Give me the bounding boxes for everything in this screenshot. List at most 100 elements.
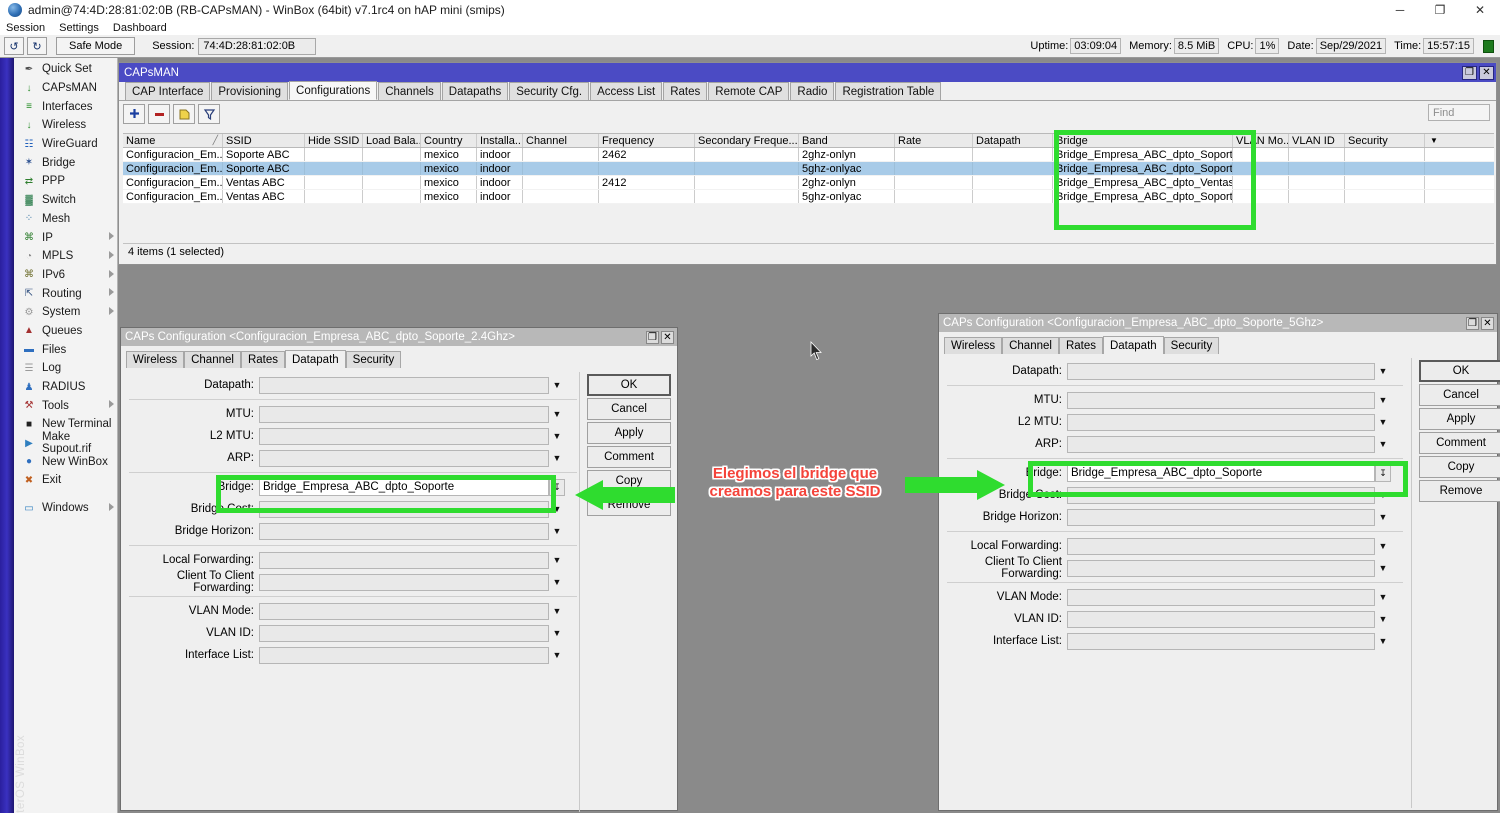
dropdown-selector-icon[interactable]: ↧ [549,479,565,496]
table-column-header[interactable]: Security [1345,134,1425,147]
sidebar-item-mesh[interactable]: ⁘Mesh [14,210,118,229]
field-input-arp[interactable] [1067,436,1375,453]
minimize-button[interactable]: ─ [1380,0,1420,20]
tab-channels[interactable]: Channels [378,82,441,100]
apply-button[interactable]: Apply [587,422,671,444]
column-chooser-icon[interactable]: ▼ [1425,136,1443,145]
window-controls[interactable]: ─ ❐ ✕ [1380,0,1500,20]
field-input-bridge-cost[interactable] [259,501,549,518]
sidebar-item-queues[interactable]: ▲Queues [14,322,118,341]
sidebar-item-ipv6[interactable]: ⌘IPv6 [14,266,118,285]
chevron-down-icon[interactable]: ▼ [1375,487,1391,504]
capsman-restore-button[interactable]: ❐ [1462,66,1477,80]
field-input-bridge-horizon[interactable] [259,523,549,540]
field-input-bridge-cost[interactable] [1067,487,1375,504]
dialog-left-window-controls[interactable]: ❐ ✕ [644,331,677,344]
chevron-down-icon[interactable]: ▼ [549,377,565,394]
table-column-header[interactable]: VLAN Mo... [1233,134,1289,147]
tab-rates[interactable]: Rates [1059,337,1103,354]
sidebar-item-windows[interactable]: ▭Windows [14,499,118,518]
table-column-header[interactable]: Installa... [477,134,523,147]
sidebar-item-make-supout-rif[interactable]: ▶Make Supout.rif [14,434,118,453]
tab-datapath[interactable]: Datapath [285,350,346,368]
chevron-down-icon[interactable]: ▼ [1375,392,1391,409]
copy-button[interactable]: Copy [1419,456,1500,478]
table-column-header[interactable]: VLAN ID [1289,134,1345,147]
tab-radio[interactable]: Radio [790,82,834,100]
sidebar-item-quick-set[interactable]: ✒Quick Set [14,60,118,79]
tab-channel[interactable]: Channel [1002,337,1059,354]
field-input-l2-mtu[interactable] [1067,414,1375,431]
chevron-down-icon[interactable]: ▼ [1375,509,1391,526]
close-button[interactable]: ✕ [1460,0,1500,20]
cancel-button[interactable]: Cancel [1419,384,1500,406]
chevron-down-icon[interactable]: ▼ [549,625,565,642]
chevron-down-icon[interactable]: ▼ [549,501,565,518]
table-column-header[interactable]: Hide SSID [305,134,363,147]
table-column-header[interactable]: SSID [223,134,305,147]
dialog-left-close-button[interactable]: ✕ [661,331,674,344]
sidebar-item-ppp[interactable]: ⇄PPP [14,172,118,191]
sidebar-item-system[interactable]: ⚙System [14,303,118,322]
table-column-header[interactable]: Channel [523,134,599,147]
session-value[interactable]: 74:4D:28:81:02:0B [198,38,316,55]
add-icon[interactable] [123,104,145,124]
tab-datapath[interactable]: Datapath [1103,336,1164,354]
tab-rates[interactable]: Rates [663,82,707,100]
sidebar-item-log[interactable]: ☰Log [14,359,118,378]
field-input-vlan-mode[interactable] [259,603,549,620]
ok-button[interactable]: OK [1419,360,1500,382]
tab-provisioning[interactable]: Provisioning [211,82,288,100]
field-input-interface-list[interactable] [259,647,549,664]
sidebar-item-new-winbox[interactable]: ●New WinBox [14,452,118,471]
table-column-header[interactable]: Rate [895,134,973,147]
tab-cap-interface[interactable]: CAP Interface [125,82,210,100]
tab-wireless[interactable]: Wireless [944,337,1002,354]
field-input-interface-list[interactable] [1067,633,1375,650]
dialog-left-restore-button[interactable]: ❐ [646,331,659,344]
field-input-l2-mtu[interactable] [259,428,549,445]
menu-item-session[interactable]: Session [6,22,45,34]
dialog-right-window-controls[interactable]: ❐ ✕ [1464,317,1497,330]
chevron-down-icon[interactable]: ▼ [549,603,565,620]
dropdown-selector-icon[interactable]: ↧ [1375,465,1391,482]
remove-button[interactable]: Remove [1419,480,1500,502]
chevron-down-icon[interactable]: ▼ [549,552,565,569]
find-input[interactable]: Find [1428,104,1490,121]
menu-item-settings[interactable]: Settings [59,22,99,34]
field-input-mtu[interactable] [259,406,549,423]
ok-button[interactable]: OK [587,374,671,396]
sidebar-item-capsman[interactable]: ↓CAPsMAN [14,79,118,98]
table-column-header[interactable]: Country [421,134,477,147]
chevron-down-icon[interactable]: ▼ [1375,414,1391,431]
field-input-bridge-horizon[interactable] [1067,509,1375,526]
comment-button[interactable]: Comment [1419,432,1500,454]
field-input-local-forwarding[interactable] [1067,538,1375,555]
field-input-vlan-id[interactable] [1067,611,1375,628]
field-input-client-to-client-forwarding[interactable] [259,574,549,591]
sidebar-item-interfaces[interactable]: ≡Interfaces [14,97,118,116]
safe-mode-button[interactable]: Safe Mode [56,37,135,55]
sidebar-item-bridge[interactable]: ✶Bridge [14,153,118,172]
sidebar-item-ip[interactable]: ⌘IP [14,228,118,247]
field-input-bridge[interactable]: Bridge_Empresa_ABC_dpto_Soporte [259,479,549,496]
tab-registration-table[interactable]: Registration Table [835,82,941,100]
chevron-down-icon[interactable]: ▼ [549,523,565,540]
sidebar-item-radius[interactable]: ♟RADIUS [14,378,118,397]
chevron-down-icon[interactable]: ▼ [1375,611,1391,628]
table-row[interactable]: Configuracion_Em...Soporte ABCmexicoindo… [123,148,1494,162]
chevron-down-icon[interactable]: ▼ [549,450,565,467]
maximize-button[interactable]: ❐ [1420,0,1460,20]
table-column-header[interactable]: Bridge [1053,134,1233,147]
field-input-arp[interactable] [259,450,549,467]
table-column-header[interactable]: Frequency [599,134,695,147]
tab-wireless[interactable]: Wireless [126,351,184,368]
field-input-vlan-mode[interactable] [1067,589,1375,606]
chevron-down-icon[interactable]: ▼ [1375,633,1391,650]
chevron-down-icon[interactable]: ▼ [1375,560,1391,577]
field-input-bridge[interactable]: Bridge_Empresa_ABC_dpto_Soporte [1067,465,1375,482]
tab-rates[interactable]: Rates [241,351,285,368]
remove-icon[interactable] [148,104,170,124]
field-input-datapath[interactable] [1067,363,1375,380]
sidebar-item-mpls[interactable]: ◔MPLS [14,247,118,266]
